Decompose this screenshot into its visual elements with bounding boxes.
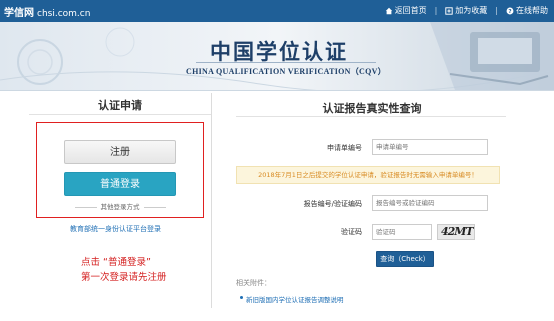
logo-domain: chsi.com.cn — [37, 9, 91, 19]
captcha-text: 42MT — [441, 225, 474, 238]
home-icon — [385, 7, 392, 14]
bullet-icon — [240, 296, 243, 299]
top-bar: 学信网 chsi.com.cn 返回首页 | 加为收藏 | ? 在线帮助 — [0, 0, 554, 22]
application-panel-title: 认证申请 — [98, 99, 142, 112]
svg-text:?: ? — [508, 9, 511, 15]
attachment-link[interactable]: 新旧版国内学位认证报告调整说明 — [246, 294, 344, 304]
help-link[interactable]: ? 在线帮助 — [506, 5, 548, 16]
separator: | — [495, 6, 498, 15]
apply-number-label: 申请单编号 — [327, 144, 362, 152]
header-banner: 中国学位认证 CHINA QUALIFICATION VERIFICATION（… — [0, 22, 554, 91]
banner-subtitle: CHINA QUALIFICATION VERIFICATION（CQV） — [186, 67, 387, 76]
annotation-line-2: 第一次登录请先注册 — [81, 272, 167, 283]
report-check-title: 认证报告真实性查询 — [322, 102, 422, 115]
bookmark-link[interactable]: 加为收藏 — [445, 5, 487, 16]
annotation-line-1: 点击 “普通登录” — [81, 257, 151, 268]
home-link[interactable]: 返回首页 — [385, 5, 427, 16]
apply-number-input[interactable] — [372, 139, 488, 155]
report-number-input[interactable] — [372, 195, 488, 211]
query-button[interactable]: 查询（Check） — [376, 251, 434, 267]
logo-text: 学信网 — [4, 8, 34, 19]
separator: | — [434, 6, 438, 15]
edu-auth-login-link[interactable]: 教育部统一身份认证平台登录 — [70, 224, 161, 234]
site-logo[interactable]: 学信网 chsi.com.cn — [4, 4, 90, 19]
attachments-title: 相关附件： — [236, 279, 271, 287]
captcha-label: 验证码 — [341, 228, 362, 236]
help-icon: ? — [506, 7, 514, 15]
notice-banner: 2018年7月1日之后提交的学位认证申请，验证报告时无需输入申请单编号！ — [236, 166, 500, 184]
panel-divider — [29, 114, 211, 115]
report-number-label: 报告编号/验证编码 — [303, 200, 362, 208]
panel-divider — [236, 116, 506, 117]
bookmark-icon — [445, 6, 453, 15]
bookmark-link-label: 加为收藏 — [455, 6, 488, 15]
other-login-methods[interactable]: 其他登录方式 — [64, 201, 176, 211]
home-link-label: 返回首页 — [394, 6, 427, 15]
help-link-label: 在线帮助 — [516, 6, 548, 15]
captcha-input[interactable] — [372, 224, 432, 240]
login-button[interactable]: 普通登录 — [64, 172, 176, 196]
banner-divider — [196, 62, 376, 63]
register-button[interactable]: 注册 — [64, 140, 176, 164]
top-links: 返回首页 | 加为收藏 | ? 在线帮助 — [385, 5, 548, 16]
captcha-image[interactable]: 42MT — [437, 224, 475, 240]
annotation-note: 点击 “普通登录” 第一次登录请先注册 — [81, 255, 167, 285]
